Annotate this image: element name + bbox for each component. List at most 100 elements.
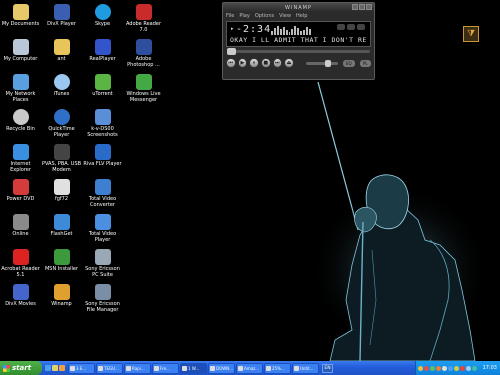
desktop-icon-label: FlashGet: [50, 231, 73, 237]
desktop-icon[interactable]: Riva FLV Player: [82, 142, 123, 177]
visualizer-bar: [300, 31, 303, 35]
tray-icon-3[interactable]: [430, 365, 435, 371]
network-icon: [12, 74, 29, 90]
taskbar-button[interactable]: 25%...: [264, 362, 291, 374]
tray-icon-8[interactable]: [460, 365, 465, 371]
desktop-icon[interactable]: Sony Ericsson PC Suite: [82, 247, 123, 282]
dvd-icon: [12, 179, 29, 195]
close-button[interactable]: [366, 4, 372, 10]
desktop-icon-label: Winamp: [51, 301, 72, 307]
taskbar-button-label: TEGU...: [104, 365, 119, 371]
media-quicklaunch-icon[interactable]: [59, 365, 65, 371]
desktop-icon[interactable]: MSN Installer: [41, 247, 82, 282]
taskbar-button[interactable]: TEGU...: [96, 362, 123, 374]
desktop-icon[interactable]: Power DVD: [0, 177, 41, 212]
eq-toggle[interactable]: EQ: [343, 59, 355, 67]
menu-view[interactable]: View: [279, 13, 291, 19]
desktop-icon-label: Skype: [94, 21, 111, 27]
next-button[interactable]: ⏭: [272, 58, 283, 68]
menu-options[interactable]: Options: [255, 13, 274, 19]
taskbar-button[interactable]: Fre...: [152, 362, 179, 374]
taskbar-button[interactable]: Amaz...: [236, 362, 263, 374]
desktop-icon[interactable]: Online: [0, 212, 41, 247]
previous-button[interactable]: ⏮: [226, 58, 236, 68]
desktop-icon[interactable]: Internet Explorer: [0, 142, 41, 177]
desktop-icon[interactable]: Acrobat Reader 5.1: [0, 247, 41, 282]
desktop-icon[interactable]: Adobe Photoshop ...: [123, 37, 164, 72]
stop-button[interactable]: ■: [260, 58, 271, 68]
desktop-icon[interactable]: FlashGet: [41, 212, 82, 247]
desktop-icon[interactable]: fgf72: [41, 177, 82, 212]
tray-icon-2[interactable]: [424, 365, 429, 371]
clock[interactable]: 17:03: [483, 365, 497, 371]
ie-quicklaunch-icon[interactable]: [45, 365, 51, 371]
visualizer-bar: [291, 29, 294, 35]
desktop-icon[interactable]: DivX Player: [41, 2, 82, 37]
taskbar-button[interactable]: DOWN...: [208, 362, 235, 374]
desktop-icon[interactable]: Winamp: [41, 282, 82, 317]
desktop-icon-label: PVAS, PBA. USB Modem: [41, 161, 82, 173]
time-display[interactable]: -2:34: [236, 24, 271, 35]
desktop-icon[interactable]: QuickTime Player: [41, 107, 82, 142]
winamp-window[interactable]: WINAMP File Play Options View Help ▸ -2:…: [222, 2, 375, 80]
desktop-icon-label: My Documents: [1, 21, 40, 27]
menu-file[interactable]: File: [226, 13, 234, 19]
desktop-icon[interactable]: iTunes: [41, 72, 82, 107]
visualizer-bar: [306, 27, 308, 35]
winamp-tray-icon[interactable]: ⧩: [463, 26, 479, 42]
desktop-icon[interactable]: uTorrent: [82, 72, 123, 107]
menu-play[interactable]: Play: [239, 13, 249, 19]
desktop-icon[interactable]: Total Video Converter: [82, 177, 123, 212]
app-task-icon: [126, 365, 131, 371]
desktop-icon[interactable]: PVAS, PBA. USB Modem: [41, 142, 82, 177]
minimize-button[interactable]: [352, 4, 358, 10]
menu-help[interactable]: Help: [296, 13, 307, 19]
winamp-titlebar[interactable]: WINAMP: [223, 3, 374, 12]
desktop-icon[interactable]: My Documents: [0, 2, 41, 37]
skype-icon: [94, 4, 111, 20]
desktop-icon-label: k-v-DS00 Screenshots: [87, 126, 118, 138]
desktop-icon-label: Sony Ericsson File Manager: [85, 301, 120, 313]
taskbar-button[interactable]: 1 W...: [180, 362, 207, 374]
visualizer[interactable]: [271, 25, 311, 35]
desktop-icon[interactable]: My Network Places: [0, 72, 41, 107]
desktop-icon[interactable]: DivX Movies: [0, 282, 41, 317]
desktop-icon[interactable]: Sony Ericsson File Manager: [82, 282, 123, 317]
desktop-icon[interactable]: ant: [41, 37, 82, 72]
tray-icon-1[interactable]: [418, 365, 423, 371]
windows-logo-icon: [3, 364, 10, 372]
desktop-icon[interactable]: Skype: [82, 2, 123, 37]
play-button[interactable]: ▶: [237, 58, 248, 68]
song-title-ticker[interactable]: OKAY I LL ADMIT THAT I DON'T RE: [230, 36, 367, 44]
desktop-icon[interactable]: Total Video Player: [82, 212, 123, 247]
tray-icon-7[interactable]: [454, 365, 459, 371]
desktop-quicklaunch-icon[interactable]: [52, 365, 58, 371]
desktop-icon[interactable]: RealPlayer: [82, 37, 123, 72]
tray-icon-10[interactable]: [472, 365, 477, 371]
paint-task-icon: [294, 365, 299, 371]
pause-button[interactable]: ⏸: [249, 58, 259, 68]
shade-button[interactable]: [359, 4, 365, 10]
seek-knob[interactable]: [227, 48, 236, 55]
desktop-icon[interactable]: Recycle Bin: [0, 107, 41, 142]
taskbar-button[interactable]: 3 E...: [68, 362, 95, 374]
taskbar-button[interactable]: Untit...: [292, 362, 319, 374]
eject-button[interactable]: ⏏: [284, 58, 294, 68]
start-button[interactable]: start: [0, 361, 42, 375]
playlist-toggle[interactable]: PL: [359, 59, 372, 67]
tray-icon-4[interactable]: [436, 365, 441, 371]
volume-slider[interactable]: [305, 59, 339, 67]
seek-bar[interactable]: [227, 48, 370, 55]
volume-knob[interactable]: [325, 59, 332, 67]
language-indicator[interactable]: EN: [322, 363, 333, 373]
taskbar-button[interactable]: Rapi...: [124, 362, 151, 374]
tray-icon-9[interactable]: [466, 365, 471, 371]
quicktime-icon: [53, 109, 70, 125]
tray-icon-6[interactable]: [448, 365, 453, 371]
desktop-icon[interactable]: k-v-DS00 Screenshots: [82, 107, 123, 142]
desktop-icon[interactable]: Adobe Reader 7.0: [123, 2, 164, 37]
visualizer-bar: [297, 28, 300, 35]
desktop-icon[interactable]: My Computer: [0, 37, 41, 72]
tray-icon-5[interactable]: [442, 365, 447, 371]
desktop-icon[interactable]: Windows Live Messenger: [123, 72, 164, 107]
